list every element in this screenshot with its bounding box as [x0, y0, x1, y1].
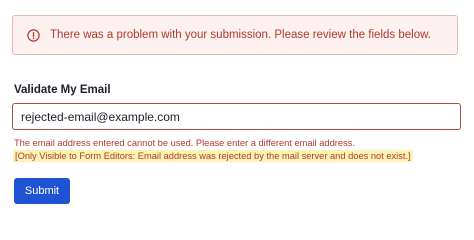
editor-only-note: [Only Visible to Form Editors: Email add… — [13, 150, 413, 162]
email-field[interactable] — [12, 103, 461, 130]
alert-message: There was a problem with your submission… — [50, 29, 431, 41]
email-field-label: Validate My Email — [14, 84, 111, 96]
submit-button[interactable]: Submit — [14, 178, 70, 204]
error-alert: There was a problem with your submission… — [12, 15, 458, 55]
email-error-message: The email address entered cannot be used… — [14, 138, 355, 148]
exclamation-circle-icon — [27, 28, 40, 42]
